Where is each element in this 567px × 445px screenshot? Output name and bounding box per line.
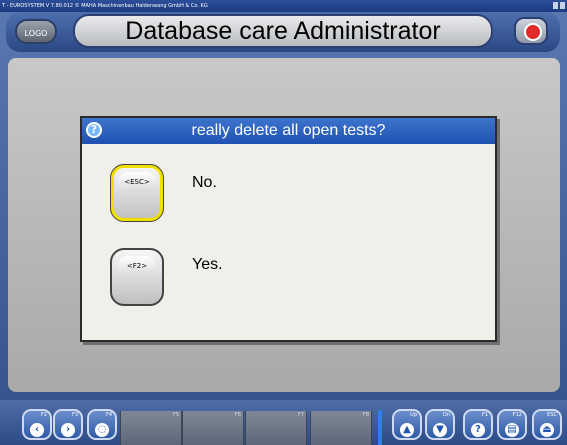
f12-print-button[interactable]: F12 ▤: [497, 409, 527, 440]
f2-key-label: <F2>: [118, 256, 156, 276]
f6-slot[interactable]: F6: [182, 411, 244, 445]
f8-label: F8: [362, 412, 369, 418]
f5-slot[interactable]: F5: [120, 411, 182, 445]
esc-exit-button[interactable]: ESC ⏏: [532, 409, 562, 440]
f2-label: F2: [40, 412, 47, 418]
forward-icon: ›: [61, 423, 75, 437]
no-option-label: No.: [192, 174, 217, 191]
f4-network-button[interactable]: F4 ◌: [87, 409, 117, 440]
f5-label: F5: [172, 412, 179, 418]
f4-label: F4: [105, 412, 112, 418]
f1-help-button[interactable]: F1 ?: [463, 409, 493, 440]
f2-key-button[interactable]: <F2>: [110, 248, 164, 306]
f3-forward-button[interactable]: F3 ›: [53, 409, 83, 440]
minimize-button[interactable]: [553, 2, 558, 9]
f6-label: F6: [234, 412, 241, 418]
dialog-header: ? really delete all open tests?: [82, 118, 495, 144]
up-icon: ▲: [400, 423, 414, 437]
logo-button[interactable]: LOGO: [15, 19, 57, 44]
up-button[interactable]: Up ▲: [392, 409, 422, 440]
down-icon: ▼: [433, 423, 447, 437]
yes-option-label: Yes.: [192, 256, 223, 273]
down-button[interactable]: Dn ▼: [425, 409, 455, 440]
f7-slot[interactable]: F7: [245, 411, 307, 445]
esc-key-button[interactable]: <ESC>: [110, 164, 164, 222]
f1-label: F1: [481, 412, 488, 418]
f2-back-button[interactable]: F2 ‹: [22, 409, 52, 440]
print-icon: ▤: [505, 423, 519, 437]
maha-logo: [514, 17, 548, 45]
up-label: Up: [410, 412, 417, 418]
window-titlebar: T - EUROSYSTEM V 7.80.012 © MAHA Maschin…: [0, 0, 567, 12]
f8-slot[interactable]: F8: [310, 411, 372, 445]
close-button[interactable]: [560, 2, 565, 9]
help-button-icon: ?: [471, 423, 485, 437]
f7-label: F7: [297, 412, 304, 418]
esc-key-label: <ESC>: [118, 172, 156, 192]
back-icon: ‹: [30, 423, 44, 437]
exit-icon: ⏏: [540, 423, 554, 437]
dialog-title: really delete all open tests?: [191, 122, 386, 139]
network-icon: ◌: [95, 423, 109, 437]
window-controls: [553, 2, 565, 9]
esc-label: ESC: [547, 412, 557, 418]
f3-label: F3: [71, 412, 78, 418]
f12-label: F12: [512, 412, 522, 418]
confirm-dialog: ? really delete all open tests? <ESC> No…: [80, 116, 497, 342]
bar-divider: [378, 410, 382, 445]
down-label: Dn: [442, 412, 450, 418]
window-title: T - EUROSYSTEM V 7.80.012 © MAHA Maschin…: [2, 3, 208, 9]
page-title: Database care Administrator: [73, 14, 493, 48]
maha-logo-icon: [524, 23, 542, 41]
